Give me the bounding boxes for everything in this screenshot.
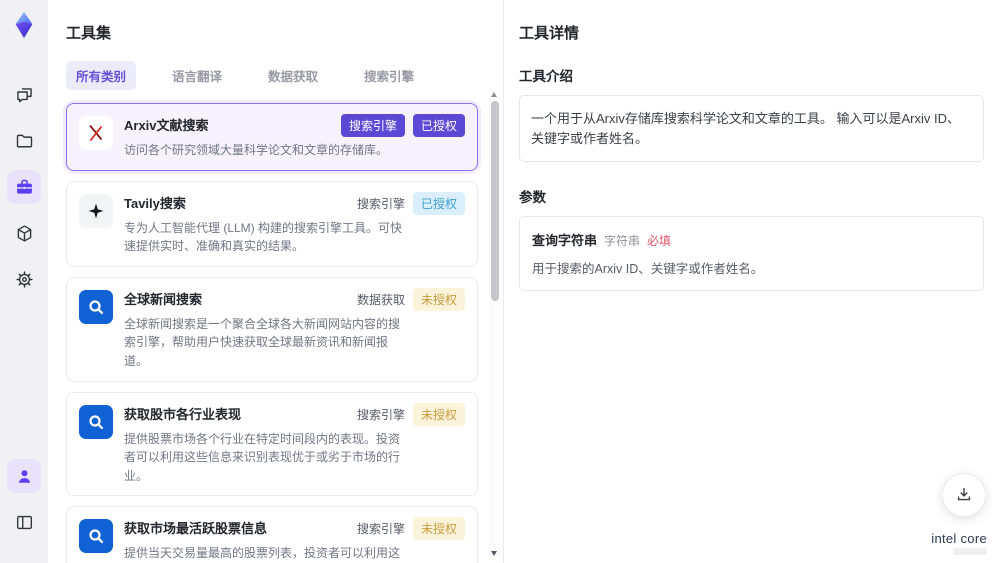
- main-area: 工具集 所有类别 语言翻译 数据获取 搜索引擎 Arxiv文献搜索 搜索引擎 已授权 …: [48, 0, 1000, 563]
- params-heading: 参数: [519, 190, 546, 205]
- download-button[interactable]: [942, 473, 986, 517]
- category-tab-2[interactable]: 数据获取: [258, 61, 328, 90]
- tool-card[interactable]: Tavily搜索 搜索引擎 已授权 专为人工智能代理 (LLM) 构建的搜索引擎…: [66, 180, 478, 267]
- chat-icon: [14, 85, 35, 106]
- sidebar-item-folder[interactable]: [7, 124, 41, 158]
- sidebar-bottom: [7, 459, 41, 551]
- tool-description: 专为人工智能代理 (LLM) 构建的搜索引擎工具。可快速提供实时、准确和真实的结…: [124, 220, 403, 254]
- list-scrollbar[interactable]: [489, 88, 500, 560]
- tool-card[interactable]: 获取市场最活跃股票信息 搜索引擎 未授权 提供当天交易量最高的股票列表，投资者可…: [66, 506, 478, 563]
- intro-box: 一个用于从Arxiv存储库搜索科学论文和文章的工具。 输入可以是Arxiv ID…: [519, 95, 984, 162]
- category-tab-1[interactable]: 语言翻译: [162, 61, 232, 90]
- tool-name: 获取股市各行业表现: [124, 406, 242, 422]
- news-search-icon: [79, 404, 113, 439]
- tool-category-tag: 搜索引擎: [340, 114, 405, 137]
- cube-icon: [14, 223, 35, 244]
- tool-description: 提供股票市场各个行业在特定时间段内的表现。投资者可以利用这些信息来识别表现优于或…: [124, 431, 401, 483]
- toolbox-icon: [14, 177, 35, 198]
- param-list: 查询字符串 字符串 必填 用于搜索的Arxiv ID、关键字或作者姓名。: [519, 216, 984, 291]
- sidebar-item-chat[interactable]: [7, 78, 41, 112]
- scroll-down-arrow[interactable]: [491, 551, 497, 556]
- param-description: 用于搜索的Arxiv ID、关键字或作者姓名。: [532, 262, 764, 276]
- scrollbar-thumb[interactable]: [490, 101, 499, 301]
- panel-icon: [14, 512, 35, 533]
- brand-sub-bar: [953, 548, 987, 555]
- category-tab-0[interactable]: 所有类别: [66, 61, 137, 90]
- folder-icon: [14, 131, 35, 152]
- detail-title: 工具详情: [519, 25, 580, 42]
- tool-category-tag: 搜索引擎: [356, 407, 405, 422]
- tool-card[interactable]: 获取股市各行业表现 搜索引擎 未授权 提供股票市场各个行业在特定时间段内的表现。…: [66, 391, 478, 497]
- category-tabs: 所有类别 语言翻译 数据获取 搜索引擎: [66, 61, 503, 90]
- param-type: 字符串: [604, 234, 641, 248]
- arxiv-icon: [79, 116, 113, 150]
- brand-text: intel core: [931, 531, 987, 546]
- tool-auth-badge: 未授权: [412, 287, 465, 311]
- tool-card[interactable]: 全球新闻搜索 数据获取 未授权 全球新闻搜索是一个聚合全球各大新闻网站内容的搜索…: [66, 276, 478, 382]
- intro-heading: 工具介绍: [519, 69, 573, 84]
- app-logo[interactable]: [7, 8, 41, 42]
- sidebar-item-settings[interactable]: [7, 262, 41, 296]
- tool-description: 提供当天交易量最高的股票列表，投资者可以利用这些信息来识别流动性强的股票和潜在的…: [124, 546, 401, 561]
- sidebar-item-panel[interactable]: [7, 505, 41, 539]
- app-sidebar: [0, 0, 48, 563]
- news-search-icon: [79, 519, 113, 554]
- news-search-icon: [79, 289, 113, 324]
- tool-name: 全球新闻搜索: [124, 291, 203, 307]
- settings-icon: [14, 269, 35, 290]
- tool-name: Arxiv文献搜索: [124, 118, 209, 133]
- tool-card[interactable]: Arxiv文献搜索 搜索引擎 已授权 访问各个研究领域大量科学论文和文章的存储库…: [66, 103, 478, 171]
- tool-list: Arxiv文献搜索 搜索引擎 已授权 访问各个研究领域大量科学论文和文章的存储库…: [66, 103, 478, 563]
- user-icon: [14, 466, 35, 487]
- tool-auth-badge: 已授权: [412, 191, 465, 215]
- param-required-badge: 必填: [647, 234, 672, 248]
- param-name: 查询字符串: [532, 233, 598, 248]
- tool-detail-pane: 工具详情 工具介绍 一个用于从Arxiv存储库搜索科学论文和文章的工具。 输入可…: [503, 0, 1000, 563]
- tool-name: 获取市场最活跃股票信息: [124, 521, 268, 537]
- tavily-icon: [79, 193, 113, 228]
- toolset-pane: 工具集 所有类别 语言翻译 数据获取 搜索引擎 Arxiv文献搜索 搜索引擎 已授权 …: [48, 0, 503, 563]
- sidebar-item-toolbox[interactable]: [7, 170, 41, 204]
- tool-category-tag: 数据获取: [356, 292, 405, 307]
- tool-description: 访问各个研究领域大量科学论文和文章的存储库。: [124, 143, 389, 157]
- tool-category-tag: 搜索引擎: [356, 522, 405, 537]
- sidebar-item-cube[interactable]: [7, 216, 41, 250]
- param-box: 查询字符串 字符串 必填 用于搜索的Arxiv ID、关键字或作者姓名。: [519, 216, 984, 291]
- download-icon: [957, 488, 971, 501]
- tool-category-tag: 搜索引擎: [356, 196, 405, 211]
- tool-description: 全球新闻搜索是一个聚合全球各大新闻网站内容的搜索引擎，帮助用户快速获取全球最新资…: [124, 316, 401, 368]
- category-tab-3[interactable]: 搜索引擎: [354, 61, 424, 90]
- sidebar-nav: [7, 78, 41, 308]
- scroll-up-arrow[interactable]: [491, 92, 497, 97]
- tool-auth-badge: 已授权: [412, 114, 465, 137]
- toolset-title: 工具集: [66, 25, 112, 42]
- tool-auth-badge: 未授权: [412, 517, 465, 541]
- tool-auth-badge: 未授权: [412, 402, 465, 426]
- sidebar-item-user[interactable]: [7, 459, 41, 493]
- intel-core-logo: intel core: [931, 531, 987, 555]
- tool-name: Tavily搜索: [124, 195, 186, 211]
